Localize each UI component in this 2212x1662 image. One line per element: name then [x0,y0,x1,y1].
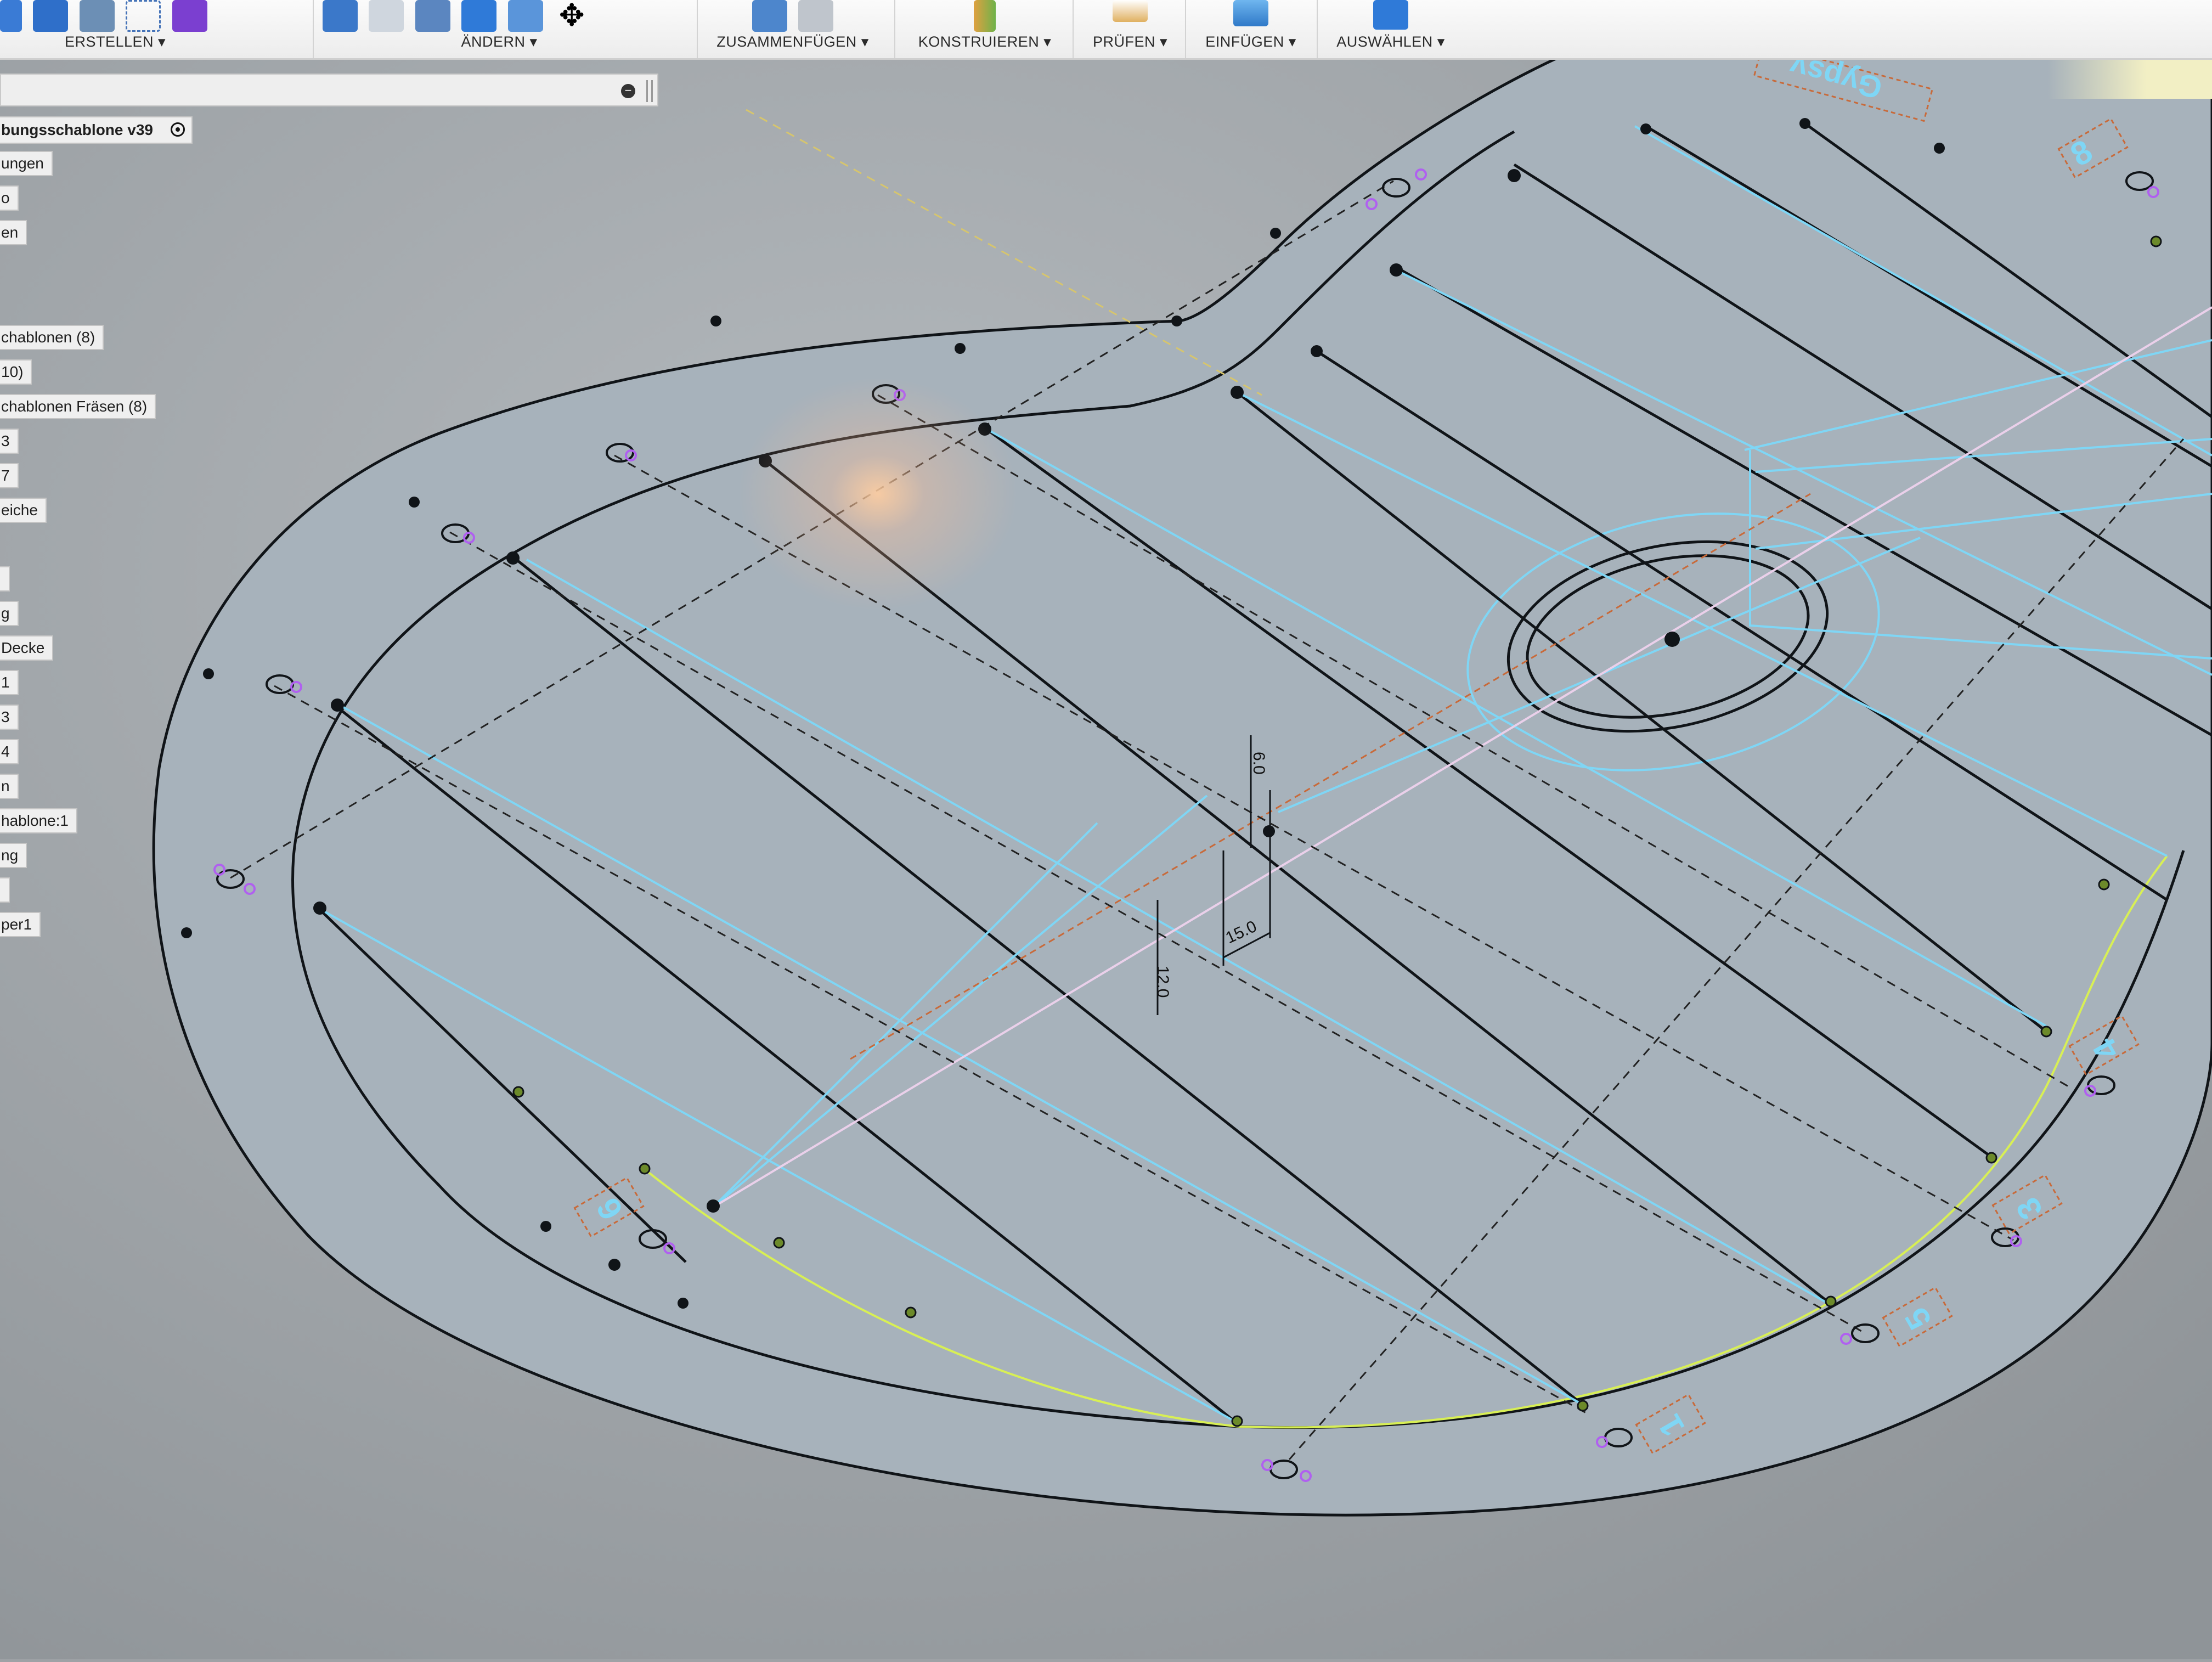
measure-icon[interactable] [1113,0,1148,22]
toolbar-group-insert[interactable]: EINFÜGEN ▾ [1190,0,1311,58]
toolbar: ERSTELLEN ▾ ✥ ÄNDERN ▾ ZUSAMMENFÜGEN ▾ K… [0,0,2212,60]
fillet-icon[interactable] [369,0,404,32]
move-icon[interactable]: ✥ [554,0,589,32]
browser-node[interactable]: 3 [0,429,19,454]
select-icons [1322,0,1459,34]
dimension-label[interactable]: 12.0 [1154,966,1172,998]
browser-node[interactable]: 3 [0,705,19,730]
toolbar-separator [894,0,895,58]
browser-root-label: bungsschablone v39 [1,121,153,138]
toolbar-label[interactable]: EINFÜGEN ▾ [1190,33,1311,50]
browser-node[interactable]: chablonen Fräsen (8) [0,394,156,419]
toolbar-label[interactable]: PRÜFEN ▾ [1078,33,1182,50]
assemble-icons [702,0,883,34]
browser-node[interactable]: Decke [0,635,54,661]
toolbar-separator [313,0,314,58]
offset-face-icon[interactable] [507,0,543,32]
shell-icon[interactable] [415,0,450,32]
toolbar-group-modify[interactable]: ✥ ÄNDERN ▾ [318,0,680,58]
view-cube[interactable] [2047,55,2212,99]
browser-node[interactable]: eiche [0,498,47,523]
browser-node[interactable]: 10) [0,359,32,385]
browser-close-button[interactable]: − [621,84,635,98]
browser-node[interactable] [0,566,10,591]
browser-node[interactable]: per1 [0,912,41,937]
toolbar-label[interactable]: ZUSAMMENFÜGEN ▾ [702,33,883,50]
browser-node[interactable] [0,877,10,903]
browser-root-node[interactable]: bungsschablone v39 [0,116,193,144]
inspect-icons [1078,0,1182,34]
sketch-dimension-icon[interactable] [126,0,161,32]
box-icon[interactable] [0,0,22,32]
toolbar-group-create[interactable]: ERSTELLEN ▾ [0,0,230,58]
offset-plane-icon[interactable] [974,0,996,32]
toolbar-group-assemble[interactable]: ZUSAMMENFÜGEN ▾ [702,0,883,58]
browser-node[interactable]: 1 [0,670,19,695]
browser-node[interactable]: ng [0,843,27,868]
toolbar-label[interactable]: AUSWÄHLEN ▾ [1322,33,1459,50]
extrude-icon[interactable] [33,0,69,32]
toolbar-group-select[interactable]: AUSWÄHLEN ▾ [1322,0,1459,58]
browser-node[interactable]: en [0,220,27,245]
toolbar-label[interactable]: KONSTRUIEREN ▾ [900,33,1070,50]
browser-node[interactable]: 7 [0,463,19,488]
browser-node[interactable]: o [0,185,19,211]
toolbar-group-construct[interactable]: KONSTRUIEREN ▾ [900,0,1070,58]
toolbar-label[interactable]: ÄNDERN ▾ [318,33,680,50]
dimension-label[interactable]: 6.0 [1250,752,1268,775]
modify-icons: ✥ [318,0,680,34]
insert-icons [1190,0,1311,34]
browser-node[interactable]: ungen [0,151,53,176]
toolbar-separator [1073,0,1074,58]
toolbar-label[interactable]: ERSTELLEN ▾ [0,33,230,50]
insert-image-icon[interactable] [1233,0,1268,26]
select-cursor-icon[interactable] [1373,0,1408,30]
toolbar-separator [1317,0,1318,58]
browser-node[interactable]: n [0,774,19,799]
toolbar-group-inspect[interactable]: PRÜFEN ▾ [1078,0,1182,58]
browser-node[interactable]: g [0,601,19,626]
browser-node[interactable]: 4 [0,739,19,764]
revolve-icon[interactable] [79,0,115,32]
construct-icons [900,0,1070,34]
toolbar-separator [1185,0,1186,58]
toolbar-separator [697,0,698,58]
combine-icon[interactable] [461,0,497,32]
sketch-canvas[interactable]: 15.0 12.0 6.0 8 4 3 5 1 6 Gypsy [0,0,2212,1659]
joint-icon[interactable] [752,0,787,32]
form-icon[interactable] [172,0,207,32]
press-pull-icon[interactable] [323,0,358,32]
canvas-viewport[interactable]: 15.0 12.0 6.0 8 4 3 5 1 6 Gypsy [0,0,2212,1659]
activate-target-icon[interactable] [170,122,185,137]
browser-grip-icon[interactable] [646,80,653,102]
browser-node[interactable]: hablone:1 [0,808,78,833]
create-icons [0,0,230,34]
browser-header: − [0,74,658,106]
as-built-joint-icon[interactable] [798,0,834,32]
browser-node[interactable]: chablonen (8) [0,325,104,350]
